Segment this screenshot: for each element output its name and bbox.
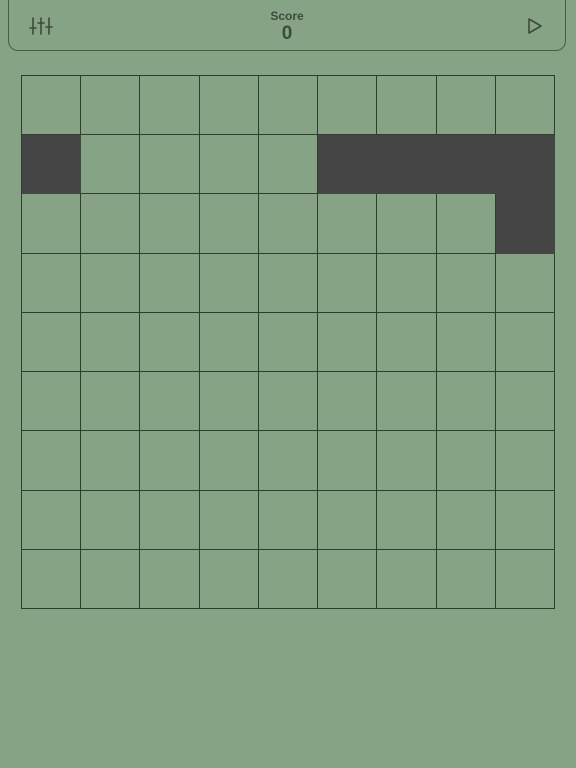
board-cell[interactable]	[318, 76, 378, 136]
board-cell[interactable]	[436, 431, 496, 491]
board-cell[interactable]	[436, 490, 496, 550]
board-cell[interactable]	[436, 194, 496, 254]
board-cell[interactable]	[258, 372, 319, 432]
board-cell[interactable]	[495, 431, 555, 491]
board-cell[interactable]	[81, 194, 141, 254]
board-cell[interactable]	[436, 372, 496, 432]
board-cell[interactable]	[81, 312, 141, 373]
board-cell[interactable]	[318, 253, 378, 313]
board-cell[interactable]	[22, 253, 82, 313]
board-cell[interactable]	[377, 253, 437, 313]
board-cell[interactable]	[22, 76, 82, 136]
board-cell[interactable]	[377, 312, 437, 373]
board-cell[interactable]	[436, 549, 496, 609]
board-cell[interactable]	[81, 549, 141, 609]
board-cell[interactable]	[140, 490, 200, 550]
board-cell[interactable]	[22, 490, 82, 550]
board-cell[interactable]	[81, 490, 141, 550]
board-cell[interactable]	[199, 490, 259, 550]
board-cell[interactable]	[377, 194, 437, 254]
top-bar: Score 0	[8, 0, 566, 51]
board-cell[interactable]	[140, 312, 200, 373]
board-cell[interactable]	[495, 253, 555, 313]
board-cell[interactable]	[377, 490, 437, 550]
board-cell-filled[interactable]	[495, 135, 555, 195]
board-cell[interactable]	[258, 76, 319, 136]
board-cell[interactable]	[199, 135, 259, 195]
board-cell[interactable]	[199, 431, 259, 491]
board-cell[interactable]	[199, 194, 259, 254]
score-value: 0	[281, 23, 293, 44]
board-cell[interactable]	[258, 312, 319, 373]
board-cell[interactable]	[199, 549, 259, 609]
board-cell[interactable]	[495, 549, 555, 609]
board-cell[interactable]	[318, 372, 378, 432]
board-cell-filled[interactable]	[436, 135, 496, 195]
board-cell[interactable]	[199, 372, 259, 432]
board-cell[interactable]	[81, 431, 141, 491]
board-cell[interactable]	[140, 549, 200, 609]
board-cell-filled[interactable]	[318, 135, 378, 195]
board-cell[interactable]	[436, 76, 496, 136]
board-cell[interactable]	[81, 135, 141, 195]
board-cell[interactable]	[318, 490, 378, 550]
board-cell[interactable]	[318, 194, 378, 254]
board-cell[interactable]	[22, 372, 82, 432]
board-cell-filled[interactable]	[495, 194, 555, 254]
board-cell[interactable]	[318, 431, 378, 491]
board-cell[interactable]	[140, 253, 200, 313]
board-cell[interactable]	[81, 253, 141, 313]
board-cell[interactable]	[377, 76, 437, 136]
board-cell[interactable]	[495, 490, 555, 550]
board-cell[interactable]	[81, 76, 141, 136]
board-cell[interactable]	[22, 312, 82, 373]
board-cell[interactable]	[377, 549, 437, 609]
board-cell[interactable]	[258, 490, 319, 550]
board-cell[interactable]	[140, 135, 200, 195]
board-cell[interactable]	[258, 135, 319, 195]
board-cell[interactable]	[22, 194, 82, 254]
board-cell[interactable]	[436, 312, 496, 373]
board-cell[interactable]	[377, 372, 437, 432]
score-label: Score	[270, 9, 304, 23]
board-cell[interactable]	[258, 194, 319, 254]
board-cell[interactable]	[140, 431, 200, 491]
board-cell[interactable]	[22, 549, 82, 609]
board-cell[interactable]	[495, 312, 555, 373]
board-cell[interactable]	[140, 372, 200, 432]
board-cell[interactable]	[495, 76, 555, 136]
board-cell[interactable]	[140, 194, 200, 254]
board-cell[interactable]	[199, 76, 259, 136]
board-cell[interactable]	[22, 431, 82, 491]
board-cell[interactable]	[258, 431, 319, 491]
board-cell[interactable]	[199, 312, 259, 373]
board-cell[interactable]	[436, 253, 496, 313]
board-cell[interactable]	[140, 76, 200, 136]
board-cell[interactable]	[495, 372, 555, 432]
board-cell-filled[interactable]	[22, 135, 82, 195]
score-display: Score 0	[9, 9, 565, 45]
board-cell[interactable]	[258, 549, 319, 609]
board-cell[interactable]	[318, 549, 378, 609]
board-cell[interactable]	[81, 372, 141, 432]
board-cell-filled[interactable]	[377, 135, 437, 195]
board-cell[interactable]	[318, 312, 378, 373]
board-cell[interactable]	[258, 253, 319, 313]
board-cell[interactable]	[199, 253, 259, 313]
play-icon[interactable]	[525, 15, 545, 37]
board-cell[interactable]	[377, 431, 437, 491]
game-board[interactable]	[21, 75, 555, 609]
